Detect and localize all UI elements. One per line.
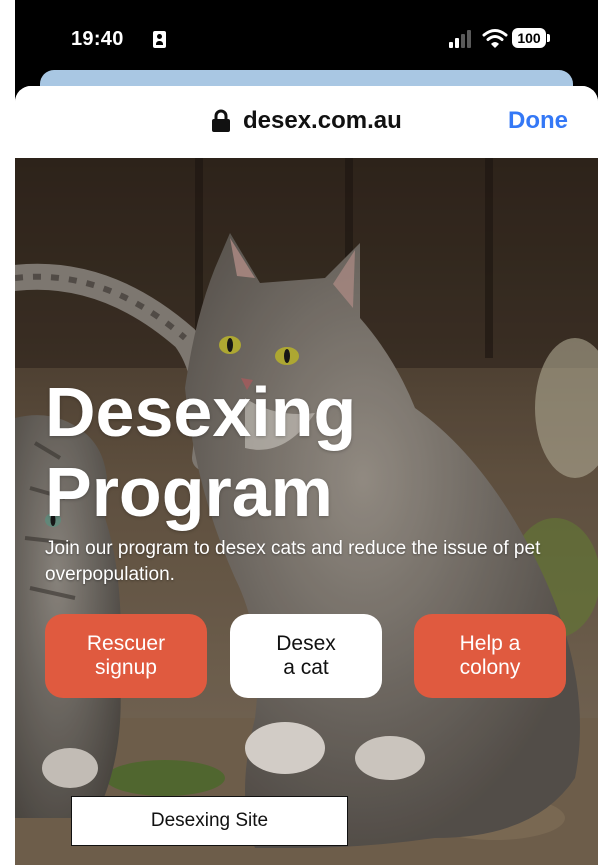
headline-line-1: Desexing: [45, 373, 357, 451]
lock-icon: [212, 109, 230, 132]
browser-sheet: desex.com.au Done Desexing Program Join …: [15, 86, 598, 865]
status-time: 19:40: [71, 28, 124, 50]
wifi-icon: [482, 29, 508, 48]
battery-icon: 100: [512, 28, 550, 48]
desexing-site-label: Desexing Site: [71, 796, 348, 846]
rescuer-signup-button[interactable]: Rescuer signup: [45, 614, 207, 698]
done-button[interactable]: Done: [508, 107, 568, 135]
browser-nav-bar: desex.com.au Done: [15, 86, 598, 158]
signal-icon: [449, 30, 477, 48]
status-bar: 19:40 100: [15, 0, 598, 70]
help-a-colony-button[interactable]: Help a colony: [414, 614, 566, 698]
phone-screen: 19:40 100 desex.com.au Done Desexing Pro…: [15, 0, 598, 865]
url-domain[interactable]: desex.com.au: [243, 107, 402, 135]
hero-section: Desexing Program Join our program to des…: [15, 158, 598, 865]
hero-headline: Desexing Program: [45, 372, 356, 532]
contact-card-icon: [153, 31, 166, 48]
desex-a-cat-button[interactable]: Desex a cat: [230, 614, 382, 698]
headline-line-2: Program: [45, 453, 333, 531]
hero-tagline: Join our program to desex cats and reduc…: [45, 538, 541, 585]
